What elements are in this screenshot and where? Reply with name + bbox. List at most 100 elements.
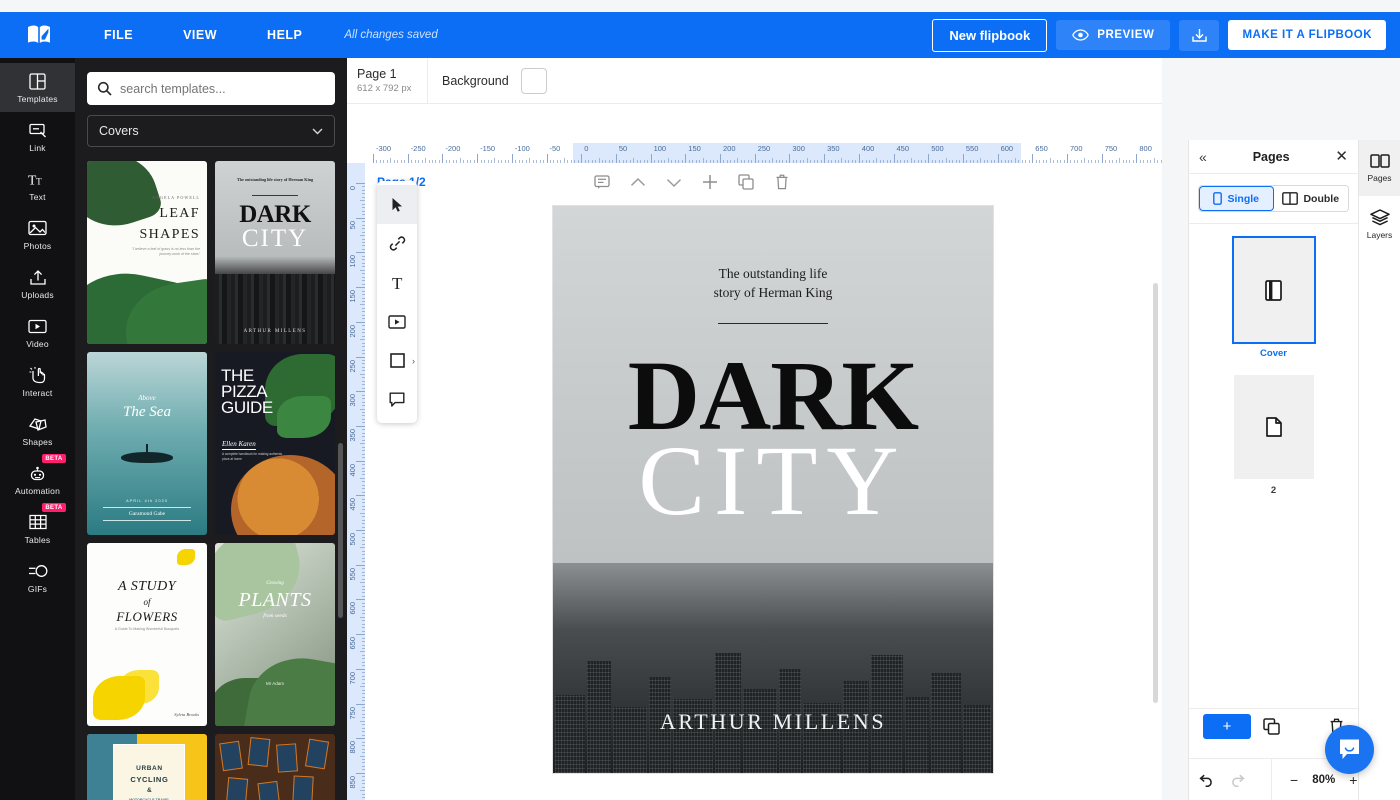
ruler-tick-label: 450 <box>348 498 357 511</box>
template-author: ARTHUR MILLENS <box>215 329 335 334</box>
template-card-above-the-sea[interactable]: Above The Sea APRIL 4th 2020 Garamond Ga… <box>87 352 207 535</box>
template-title-2: CYCLING <box>130 775 168 784</box>
sidebar-item-link[interactable]: Link <box>0 112 75 161</box>
template-card-pizza-guide[interactable]: THE PIZZA GUIDE Ellen Karen A complete h… <box>215 352 335 535</box>
template-card-study-flowers[interactable]: A STUDY of FLOWERS A Guide To Making Won… <box>87 543 207 726</box>
tile-art <box>248 737 271 767</box>
close-icon[interactable]: ✕ <box>1335 149 1348 164</box>
sidebar-item-automation[interactable]: BETA Automation <box>0 455 75 504</box>
ruler-tick <box>356 599 365 600</box>
horizontal-ruler[interactable]: -300-250-200-150-100-5005010015020025030… <box>365 143 1162 163</box>
search-input[interactable] <box>120 82 325 96</box>
template-card-living[interactable]: LIVING <box>215 734 335 800</box>
move-down-icon[interactable] <box>665 173 684 192</box>
template-card-urban-cycling[interactable]: URBAN CYCLING & MOTORCYCLE TRAVEL <box>87 734 207 800</box>
ruler-tick <box>616 154 617 163</box>
sidebar-item-gifs[interactable]: GIFs <box>0 553 75 602</box>
sidebar-item-shapes[interactable]: Shapes <box>0 406 75 455</box>
ruler-tick-label: 550 <box>348 568 357 581</box>
duplicate-page-button[interactable] <box>1263 718 1280 735</box>
ruler-tick-label: 450 <box>897 144 910 153</box>
ruler-tick-label: 750 <box>348 707 357 720</box>
move-up-icon[interactable] <box>629 173 648 192</box>
new-flipbook-button[interactable]: New flipbook <box>932 19 1047 52</box>
sidebar-item-tables[interactable]: BETA Tables <box>0 504 75 553</box>
tile-art <box>257 781 280 800</box>
sidebar-label: Tables <box>25 535 51 545</box>
template-card-growing-plants[interactable]: Growing PLANTS from seeds Mr Adam <box>215 543 335 726</box>
templates-scrollbar[interactable] <box>338 443 343 618</box>
add-page-button[interactable]: + <box>1203 714 1251 739</box>
page-thumbnail-cover[interactable] <box>1234 238 1314 342</box>
ruler-tick-label: 150 <box>688 144 701 153</box>
view-mode-double[interactable]: Double <box>1274 186 1349 211</box>
zoom-out-button[interactable]: − <box>1290 772 1298 788</box>
book-open-icon <box>1370 153 1390 169</box>
undo-button[interactable] <box>1199 773 1215 787</box>
app-logo[interactable] <box>26 23 52 47</box>
background-color-swatch[interactable] <box>521 68 547 94</box>
make-flipbook-button[interactable]: MAKE IT A FLIPBOOK <box>1228 20 1386 50</box>
template-card-dark-city[interactable]: The outstanding life story of Herman Kin… <box>215 161 335 344</box>
right-rail-tab-pages[interactable]: Pages <box>1359 140 1400 196</box>
shape-tool[interactable]: › <box>377 341 417 380</box>
ruler-tick-label: 500 <box>931 144 944 153</box>
link-tool[interactable] <box>377 224 417 263</box>
delete-page-icon[interactable] <box>773 173 792 192</box>
duplicate-page-icon[interactable] <box>737 173 756 192</box>
select-tool[interactable] <box>377 185 417 224</box>
template-author: Ellen Karen <box>222 440 256 450</box>
ruler-tick-label: 300 <box>348 394 357 407</box>
chat-widget-button[interactable] <box>1325 725 1374 774</box>
sidebar-item-uploads[interactable]: Uploads <box>0 259 75 308</box>
video-tool[interactable] <box>377 302 417 341</box>
ruler-tick <box>651 154 652 163</box>
video-icon <box>28 317 48 336</box>
ruler-tick-label: -50 <box>550 144 561 153</box>
beta-badge: BETA <box>42 503 66 512</box>
templates-panel: Covers ANGELA POWELL LEAF SHAPES "I beli… <box>75 58 347 800</box>
ruler-tick-label: 750 <box>1105 144 1118 153</box>
category-select[interactable]: Covers <box>87 115 335 147</box>
ruler-tick-label: 600 <box>348 602 357 615</box>
ruler-tick-label: 700 <box>348 672 357 685</box>
sidebar-item-templates[interactable]: Templates <box>0 63 75 112</box>
preview-label: PREVIEW <box>1097 29 1154 41</box>
sidebar-item-photos[interactable]: Photos <box>0 210 75 259</box>
add-page-icon[interactable] <box>701 173 720 192</box>
sidebar-item-text[interactable]: TT Text <box>0 161 75 210</box>
canvas-scrollbar[interactable] <box>1153 283 1158 703</box>
view-mode-single[interactable]: Single <box>1199 186 1274 211</box>
document-page[interactable]: The outstanding life story of Herman Kin… <box>553 206 993 773</box>
page-thumbnail-2[interactable] <box>1234 375 1314 479</box>
ruler-tick-label: 200 <box>348 325 357 338</box>
urban-card: URBAN CYCLING & MOTORCYCLE TRAVEL <box>113 744 185 800</box>
download-button[interactable] <box>1179 20 1219 51</box>
ruler-tick <box>356 530 365 531</box>
ruler-tick-label: 150 <box>348 290 357 303</box>
comment-tool[interactable] <box>377 380 417 419</box>
sidebar-item-interact[interactable]: Interact <box>0 357 75 406</box>
save-status: All changes saved <box>344 29 437 41</box>
ruler-tick <box>998 154 999 163</box>
collapse-panel-icon[interactable]: « <box>1199 149 1207 165</box>
sidebar-item-video[interactable]: Video <box>0 308 75 357</box>
layers-icon <box>1370 209 1390 226</box>
text-tool[interactable]: T <box>377 263 417 302</box>
vertical-ruler[interactable]: 0501001502002503003504004505005506006507… <box>347 163 365 800</box>
ruler-tick <box>356 287 365 288</box>
redo-button[interactable] <box>1229 773 1245 787</box>
template-card-leaf-shapes[interactable]: ANGELA POWELL LEAF SHAPES "I believe a l… <box>87 161 207 344</box>
menu-help[interactable]: HELP <box>257 22 312 48</box>
comment-icon[interactable] <box>593 173 612 192</box>
template-title-2: SHAPES <box>124 228 200 242</box>
right-rail-tab-layers[interactable]: Layers <box>1359 196 1400 252</box>
document-divider <box>718 323 828 324</box>
preview-button[interactable]: PREVIEW <box>1056 20 1170 50</box>
template-subtitle: A Guide To Making Wonderfull Bouquets <box>87 627 207 632</box>
search-box[interactable] <box>87 72 335 105</box>
menu-view[interactable]: VIEW <box>173 22 227 48</box>
menu-file[interactable]: FILE <box>94 22 143 48</box>
template-title-2: The Sea <box>87 404 207 421</box>
photos-icon <box>28 219 48 238</box>
